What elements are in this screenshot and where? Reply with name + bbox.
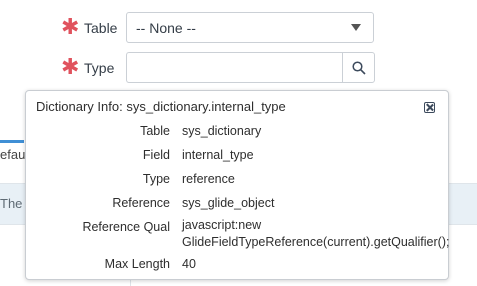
required-icon: ✱ [61,15,80,40]
table-field-row: ✱ Table -- None -- [0,12,477,44]
required-icon: ✱ [61,55,80,80]
info-label-field: Field [142,148,170,162]
search-icon [352,61,366,75]
type-field-label: Type [84,60,115,76]
info-label-type: Type [142,172,170,186]
table-select[interactable]: -- None -- [126,12,374,43]
popup-title: Dictionary Info: sys_dictionary.internal… [36,99,286,114]
info-value-reference-qual-line2: GlideFieldTypeReference(current).getQual… [182,235,450,249]
info-value-max-length: 40 [182,257,196,271]
info-label-max-length: Max Length [104,257,170,271]
type-field-row: ✱ Type [0,52,477,84]
lookup-button[interactable] [342,52,375,83]
info-value-reference-qual-line1: javascript:new [182,218,262,232]
info-value-field: internal_type [182,148,254,162]
chevron-down-icon [351,24,361,31]
table-select-value: -- None -- [136,20,196,36]
info-value-reference: sys_glide_object [182,196,275,210]
table-field-label: Table [84,20,118,36]
active-tab-indicator [0,140,24,143]
dictionary-info-popup: Dictionary Info: sys_dictionary.internal… [25,90,449,280]
info-label-reference: Reference [112,196,170,210]
close-icon[interactable] [424,102,435,113]
info-label-table: Table [140,124,170,138]
info-value-table: sys_dictionary [182,124,262,138]
info-label-reference-qual: Reference Qual [82,220,170,234]
type-reference-input[interactable] [126,52,343,83]
info-value-type: reference [182,172,235,186]
